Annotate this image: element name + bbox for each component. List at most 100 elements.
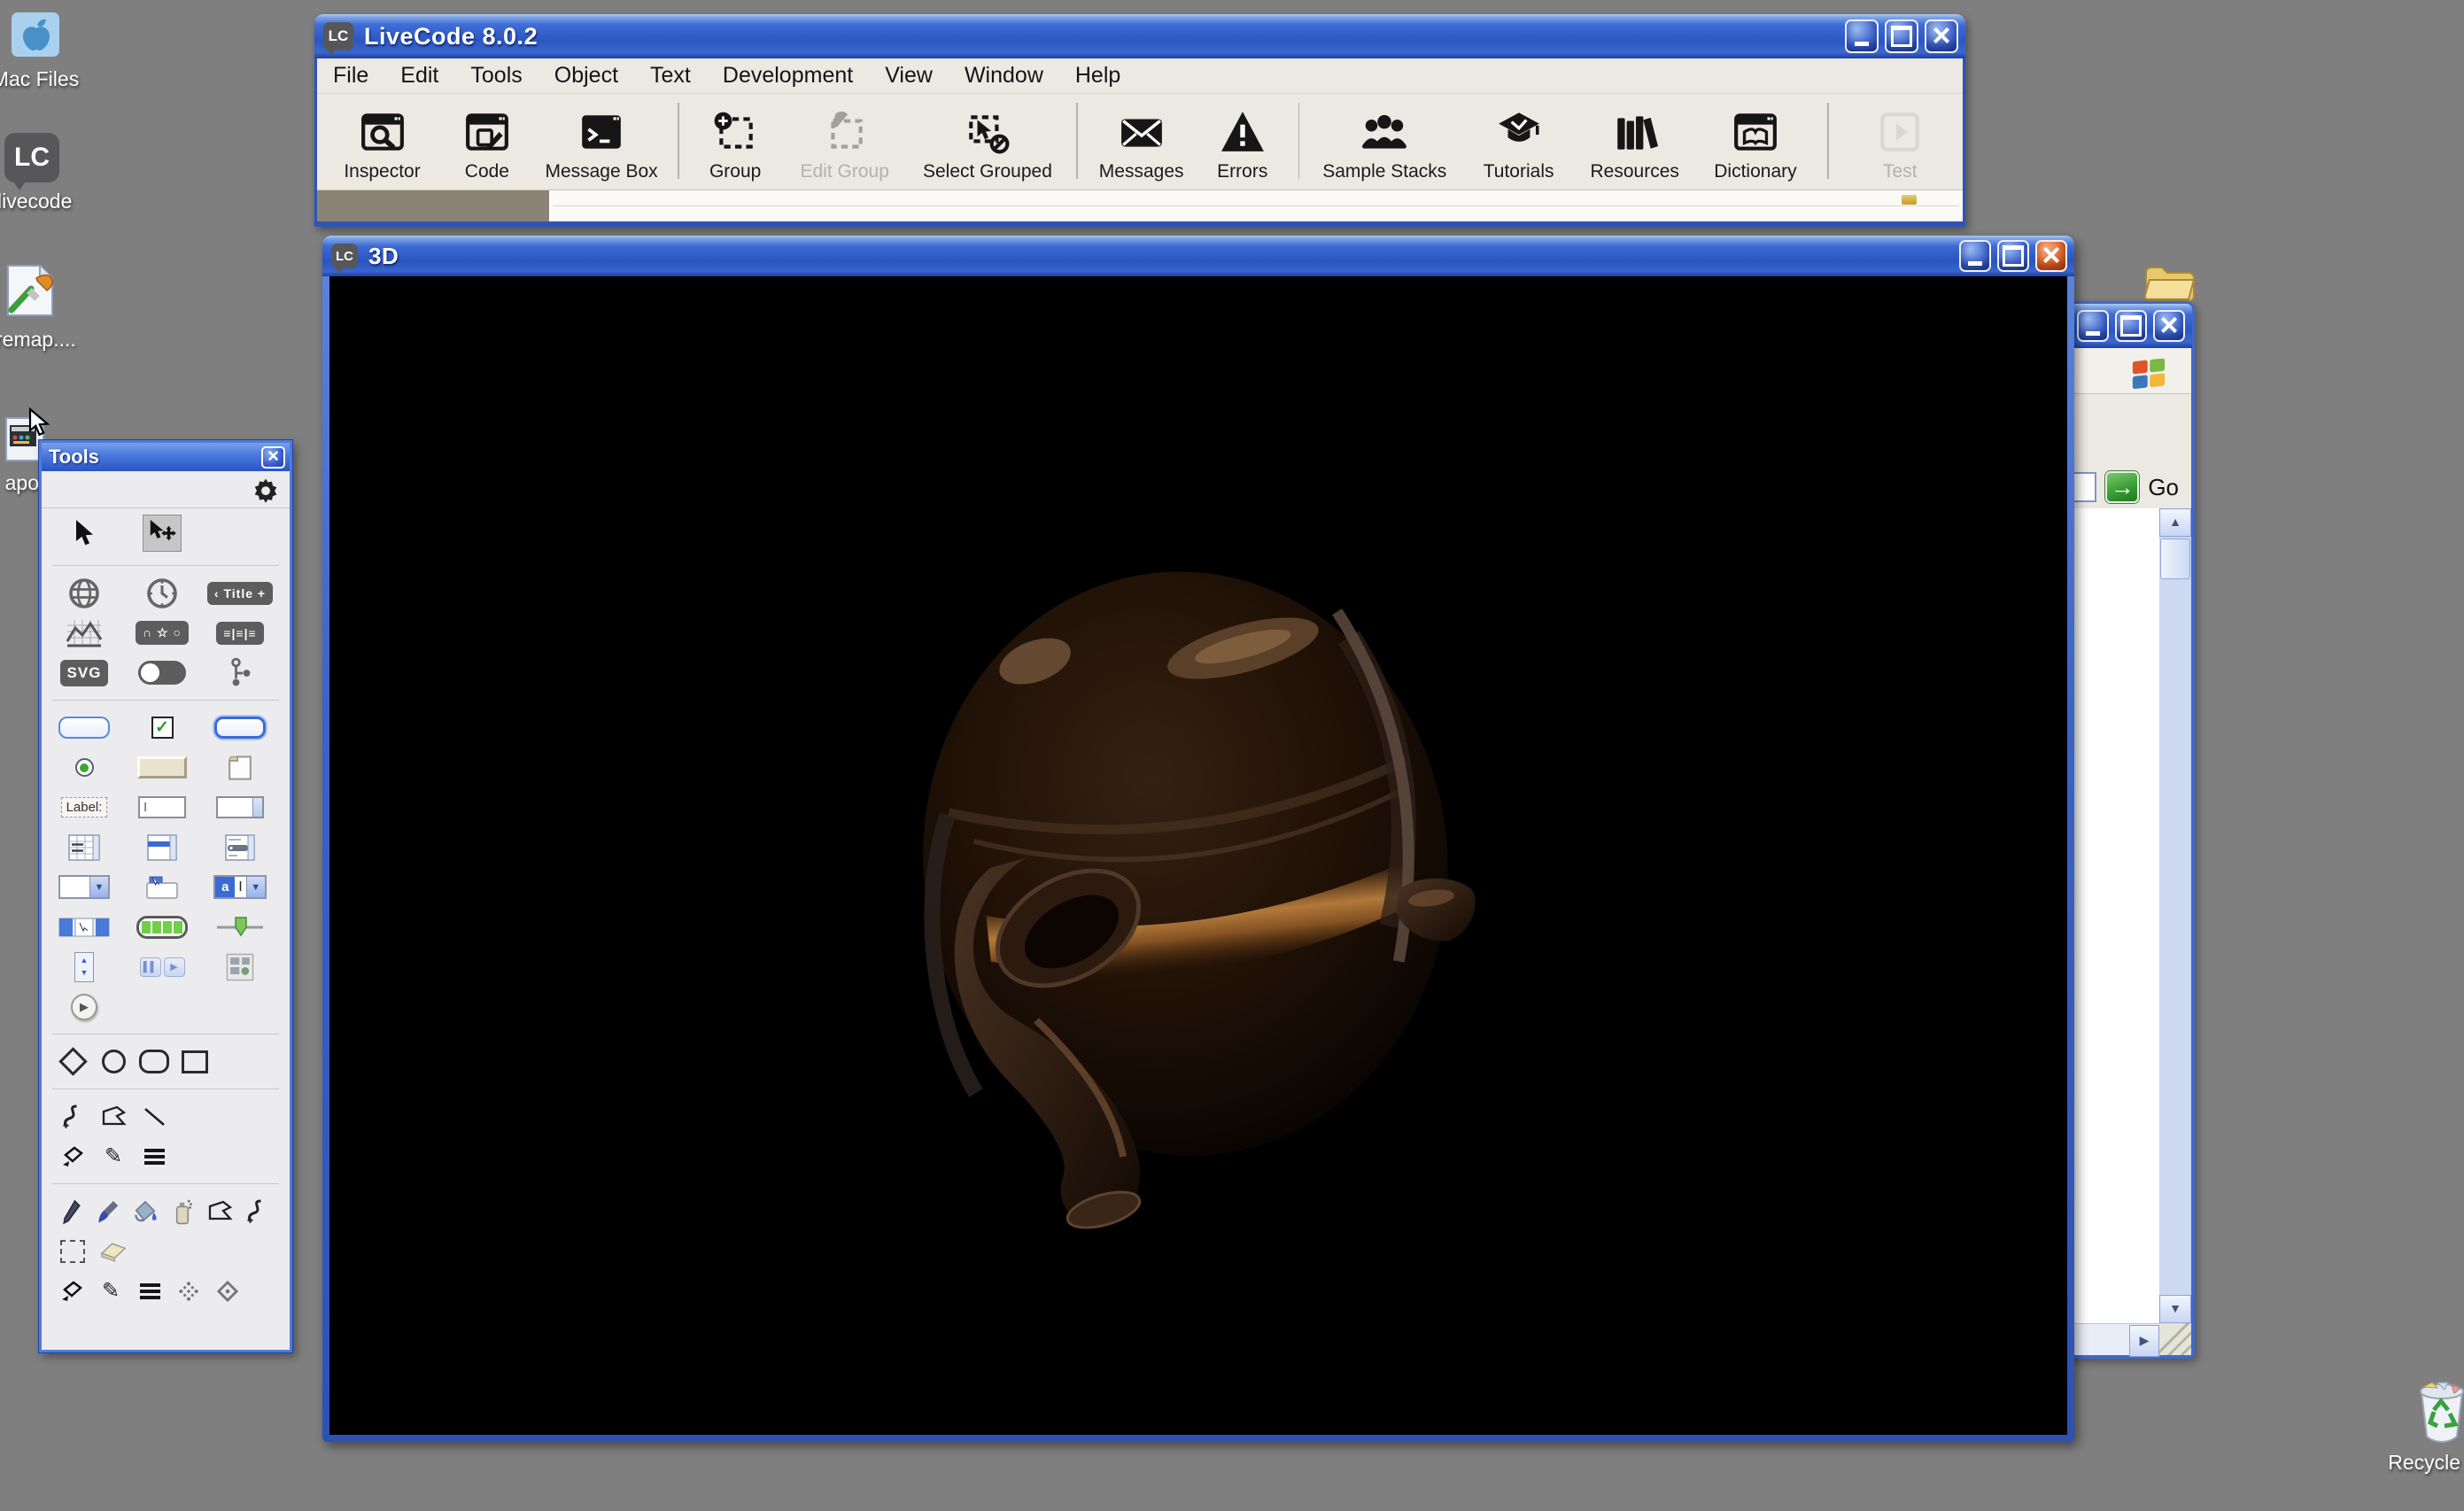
tool-graphic-pen[interactable]: ✎	[93, 1137, 134, 1176]
tool-paint-curve[interactable]	[238, 1192, 275, 1231]
tool-player[interactable]	[45, 988, 123, 1027]
menu-object[interactable]: Object	[554, 63, 618, 89]
tool-table-field[interactable]	[45, 828, 123, 867]
tool-card-template[interactable]	[201, 748, 279, 787]
toolbar-button-messages[interactable]: Messages	[1087, 94, 1196, 190]
tool-spray-pattern[interactable]	[169, 1272, 208, 1311]
gear-icon[interactable]	[252, 477, 279, 508]
desktop-icon-recycle-bin[interactable]: Recycle Bin	[2358, 1380, 2464, 1475]
tool-rounded-rectangle[interactable]	[134, 1042, 174, 1081]
maximize-button[interactable]	[2115, 310, 2147, 342]
menu-file[interactable]: File	[333, 63, 368, 89]
vertical-scrollbar[interactable]	[2159, 508, 2191, 1323]
viewer-canvas[interactable]	[329, 276, 2067, 1435]
scrollbar-thumb[interactable]	[2160, 539, 2190, 579]
tool-default-button[interactable]	[201, 709, 279, 748]
minimize-button[interactable]	[1959, 240, 1991, 272]
go-button[interactable]	[2105, 471, 2139, 503]
tool-fill-bucket[interactable]	[127, 1192, 164, 1231]
toolbar-button-dictionary[interactable]: Dictionary	[1693, 94, 1817, 190]
scroll-down-button[interactable]	[2159, 1295, 2191, 1323]
tool-header-bar-widget[interactable]: ‹ Title +	[201, 574, 279, 613]
close-button[interactable]	[1925, 19, 1958, 53]
tool-straight-line[interactable]	[134, 1097, 174, 1136]
menu-development[interactable]: Development	[723, 63, 853, 89]
desktop-icon-mac-files[interactable]: Mac Files	[0, 9, 94, 91]
desktop-icon-spheremap-file[interactable]: eremap....	[0, 260, 89, 352]
resize-grip[interactable]	[2159, 1323, 2191, 1355]
menu-view[interactable]: View	[885, 63, 933, 89]
toolbar-button-code[interactable]: Code	[440, 94, 534, 190]
tool-brush-pen[interactable]: ✎	[91, 1272, 130, 1311]
tool-brush-pattern[interactable]	[130, 1272, 169, 1311]
toolbar-button-select-grouped[interactable]: Select Grouped	[907, 94, 1067, 190]
tool-eraser[interactable]	[93, 1232, 134, 1271]
close-button[interactable]	[2153, 310, 2185, 342]
tool-drop-down-menu[interactable]	[45, 868, 123, 907]
toolbar-button-inspector[interactable]: Inspector	[324, 94, 440, 190]
maximize-button[interactable]	[1885, 19, 1918, 53]
toolbar-button-sample-stacks[interactable]: Sample Stacks	[1308, 94, 1461, 190]
tool-label-field[interactable]: Label:	[45, 788, 123, 827]
tool-video-player[interactable]	[201, 948, 279, 987]
tool-combo-box[interactable]: aI	[201, 868, 279, 907]
menu-text[interactable]: Text	[650, 63, 691, 89]
tool-switch-button-widget[interactable]	[123, 654, 201, 693]
tool-browse-tool[interactable]	[45, 514, 123, 553]
tool-scrolling-field[interactable]	[201, 788, 279, 827]
tool-regular-polygon[interactable]	[52, 1042, 93, 1081]
tool-scrollbar[interactable]	[45, 908, 123, 947]
minimize-button[interactable]	[2077, 310, 2109, 342]
tool-push-button[interactable]	[45, 709, 123, 748]
tool-navigation-bar-widget[interactable]: ∩ ☆ ○	[123, 614, 201, 653]
tool-paint-brush[interactable]	[89, 1192, 127, 1231]
tool-slider[interactable]	[201, 908, 279, 947]
scroll-up-button[interactable]	[2159, 508, 2191, 537]
tool-polygon[interactable]	[93, 1097, 134, 1136]
tool-select-area[interactable]	[52, 1232, 93, 1271]
close-button[interactable]	[2035, 240, 2067, 272]
tool-tab-panel[interactable]	[123, 868, 201, 907]
tool-spray-can[interactable]	[164, 1192, 201, 1231]
tool-progress-bar[interactable]	[123, 908, 201, 947]
tool-spinner[interactable]	[45, 948, 123, 987]
tool-freehand-curve[interactable]	[52, 1097, 93, 1136]
tool-graph-widget[interactable]	[45, 614, 123, 653]
tool-radio-button[interactable]	[45, 748, 123, 787]
tool-graphic-fill[interactable]	[52, 1137, 93, 1176]
tool-check-box[interactable]: ✓	[123, 709, 201, 748]
close-button[interactable]	[261, 446, 285, 469]
tool-tree-view-widget[interactable]	[201, 654, 279, 693]
tool-svg-path-widget[interactable]: SVG	[45, 654, 123, 693]
minimize-button[interactable]	[1845, 19, 1879, 53]
toolbar-button-resources[interactable]: Resources	[1577, 94, 1693, 190]
menu-help[interactable]: Help	[1075, 63, 1120, 89]
tool-clock-widget[interactable]	[123, 574, 201, 613]
tool-oval[interactable]	[93, 1042, 134, 1081]
tools-titlebar[interactable]: Tools	[42, 443, 290, 471]
toolbar-button-group[interactable]: Group	[688, 94, 782, 190]
desktop-icon-livecode-file[interactable]: LC .livecode	[0, 133, 90, 213]
tool-paint-polygon[interactable]	[201, 1192, 238, 1231]
scroll-right-button[interactable]	[2129, 1325, 2159, 1357]
tool-stamp-diamond[interactable]	[208, 1272, 247, 1311]
toolbar-button-message-box[interactable]: Message Box	[534, 94, 670, 190]
maximize-button[interactable]	[1997, 240, 2029, 272]
menu-tools[interactable]: Tools	[470, 63, 522, 89]
tool-text-entry[interactable]: I	[123, 788, 201, 827]
tool-paint-pencil[interactable]	[52, 1192, 89, 1231]
menu-edit[interactable]: Edit	[400, 63, 438, 89]
tool-media-controls[interactable]: ▌▌▶	[123, 948, 201, 987]
tool-bevel-button[interactable]	[123, 748, 201, 787]
livecode-titlebar[interactable]: LC LiveCode 8.0.2	[314, 14, 1965, 58]
tool-segmented-control-widget[interactable]: ≡|≡|≡	[201, 614, 279, 653]
tool-graphic-pattern[interactable]	[134, 1137, 174, 1176]
tool-list-behavior-field[interactable]	[201, 828, 279, 867]
toolbar-button-errors[interactable]: Errors	[1196, 94, 1290, 190]
viewer-titlebar[interactable]: LC 3D	[322, 236, 2074, 276]
tool-brush-fill[interactable]	[52, 1272, 91, 1311]
toolbar-button-tutorials[interactable]: Tutorials	[1461, 94, 1577, 190]
tool-browser-widget[interactable]	[45, 574, 123, 613]
tool-rectangle[interactable]	[174, 1042, 215, 1081]
menu-window[interactable]: Window	[965, 63, 1043, 89]
